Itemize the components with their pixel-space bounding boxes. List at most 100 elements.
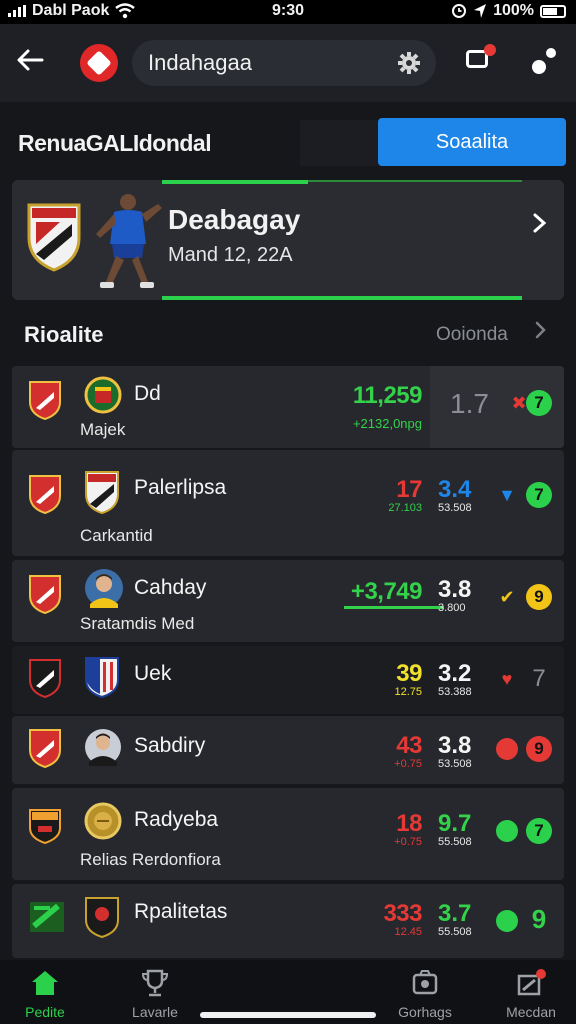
- match-row[interactable]: Palerlipsa Carkantid 17 27.103 3.4 53.50…: [12, 450, 564, 556]
- section-title: RenuaGALIdondal: [18, 130, 212, 156]
- status-indicator-icon: ▼: [498, 484, 516, 505]
- home-crest-icon: [29, 575, 61, 614]
- signal-icon: [8, 5, 26, 17]
- away-crest-icon: [85, 471, 119, 514]
- nav-label: Lavarle: [132, 1004, 178, 1020]
- match-main-sub: +2132,0npg: [352, 416, 422, 431]
- match-row[interactable]: Radyeba Relias Rerdonfiora 18 +0.75 9.7 …: [12, 788, 564, 880]
- match-name: Rpalitetas: [134, 900, 228, 923]
- status-indicator-icon: ♥: [501, 668, 513, 689]
- match-row[interactable]: Uek 39 12.75 3.2 53.388 ♥ 7: [12, 646, 564, 714]
- club-crest-icon: [27, 203, 81, 272]
- match-main-value: 43: [396, 732, 422, 759]
- status-right: 100%: [451, 2, 566, 20]
- subsection-header: Rioalite Ooionda: [0, 306, 576, 364]
- nav-item-leagues[interactable]: Lavarle: [110, 960, 200, 1024]
- match-odds-sub: 3.800: [438, 602, 466, 614]
- result-badge[interactable]: 7: [526, 482, 552, 508]
- match-odds-value: 1.7: [450, 388, 489, 419]
- match-odds-sub: 53.388: [438, 686, 472, 698]
- nav-label: Gorhags: [398, 1004, 452, 1020]
- messages-icon[interactable]: [464, 44, 496, 74]
- featured-team-name: Deabagay: [168, 204, 301, 235]
- away-crest-icon: [85, 897, 119, 938]
- nav-label: Pedite: [25, 1004, 65, 1020]
- search-input-value: Indahagaa: [148, 50, 252, 75]
- wifi-icon: [115, 3, 136, 19]
- nav-item-media[interactable]: Mecdan: [486, 960, 576, 1024]
- match-subtitle: Majek: [80, 420, 126, 439]
- result-badge[interactable]: 9: [526, 736, 552, 762]
- match-main-sub: +0.75: [394, 758, 422, 770]
- match-odds-value: 3.8: [438, 732, 472, 759]
- match-main-value: 333: [383, 900, 422, 927]
- tab-placeholder[interactable]: [300, 120, 380, 166]
- search-input[interactable]: Indahagaa: [132, 40, 436, 86]
- match-main-value: 39: [396, 660, 422, 687]
- match-odds-value: 3.8: [438, 576, 472, 603]
- camera-icon: [380, 968, 470, 998]
- trophy-icon: [110, 968, 200, 998]
- match-odds-sub: 55.508: [438, 836, 472, 848]
- featured-match-date: Mand 12, 22A: [168, 244, 293, 266]
- battery-icon: [540, 4, 566, 18]
- away-crest-icon: [85, 657, 119, 698]
- result-badge[interactable]: 7: [526, 818, 552, 844]
- match-name: Palerlipsa: [134, 476, 227, 499]
- player-avatar: [85, 569, 123, 608]
- nav-item-photos[interactable]: Gorhags: [380, 960, 470, 1024]
- home-indicator[interactable]: [200, 1012, 376, 1018]
- match-odds-sub: 53.508: [438, 758, 472, 770]
- match-main-value: 11,259: [352, 382, 423, 409]
- home-crest-icon: [29, 809, 61, 844]
- match-main-sub: 12.45: [394, 926, 422, 938]
- match-odds-value: 3.4: [438, 476, 472, 503]
- accent-line: [162, 180, 308, 184]
- result-badge[interactable]: 9: [526, 584, 552, 610]
- match-row[interactable]: Cahday Sratamdis Med +3,749 3.8 3.800 ✔ …: [12, 560, 564, 642]
- match-subtitle: Sratamdis Med: [80, 614, 195, 633]
- alarm-icon: [452, 4, 467, 18]
- match-odds-value: 3.7: [438, 900, 472, 927]
- primary-action-button[interactable]: Soaalita: [378, 118, 566, 166]
- match-odds-sub: 55.508: [438, 926, 472, 938]
- accent-line: [308, 180, 522, 182]
- result-badge[interactable]: 7: [526, 665, 552, 692]
- result-badge[interactable]: 7: [526, 390, 552, 416]
- match-odds-value: 9.7: [438, 810, 472, 837]
- chevron-right-icon[interactable]: [532, 210, 548, 241]
- status-time: 9:30: [272, 2, 305, 19]
- player-photo: [96, 194, 162, 288]
- more-options-icon[interactable]: [530, 48, 560, 78]
- match-main-sub: 27.103: [388, 502, 422, 514]
- see-all-link[interactable]: Ooionda: [436, 324, 508, 346]
- brand-logo[interactable]: [80, 44, 118, 82]
- match-main-sub: 12.75: [394, 686, 422, 698]
- accent-line: [162, 296, 522, 300]
- status-indicator-badge: [496, 820, 518, 842]
- match-name: Sabdiry: [134, 734, 206, 757]
- gear-icon[interactable]: [396, 50, 422, 83]
- home-crest-icon: [30, 902, 64, 932]
- match-main-sub: +0.75: [394, 836, 422, 848]
- chevron-right-icon[interactable]: [534, 320, 548, 346]
- battery-percent: 100%: [493, 2, 534, 19]
- match-name: Cahday: [134, 576, 207, 599]
- match-row[interactable]: Dd Majek 11,259 +2132,0npg 1.7 ✖ 7: [12, 366, 564, 448]
- match-main-value: 17: [396, 476, 422, 503]
- match-name: Radyeba: [134, 808, 219, 831]
- match-odds-sub: 53.508: [438, 502, 472, 514]
- title-row: RenuaGALIdondal Soaalita: [0, 102, 576, 180]
- match-row[interactable]: Sabdiry 43 +0.75 3.8 53.508 9: [12, 716, 564, 784]
- media-icon: [486, 968, 576, 998]
- location-icon: [474, 4, 487, 18]
- nav-item-home[interactable]: Pedite: [0, 960, 90, 1024]
- status-left: Dabl Paok: [8, 2, 136, 20]
- featured-match-card[interactable]: Deabagay Mand 12, 22A: [12, 180, 564, 300]
- player-avatar: [85, 729, 121, 766]
- back-arrow-icon[interactable]: [14, 44, 46, 85]
- result-badge[interactable]: 9: [526, 904, 552, 934]
- status-indicator-badge: [496, 910, 518, 932]
- status-indicator-icon: ✔: [499, 586, 515, 607]
- match-row[interactable]: Rpalitetas 333 12.45 3.7 55.508 9: [12, 884, 564, 958]
